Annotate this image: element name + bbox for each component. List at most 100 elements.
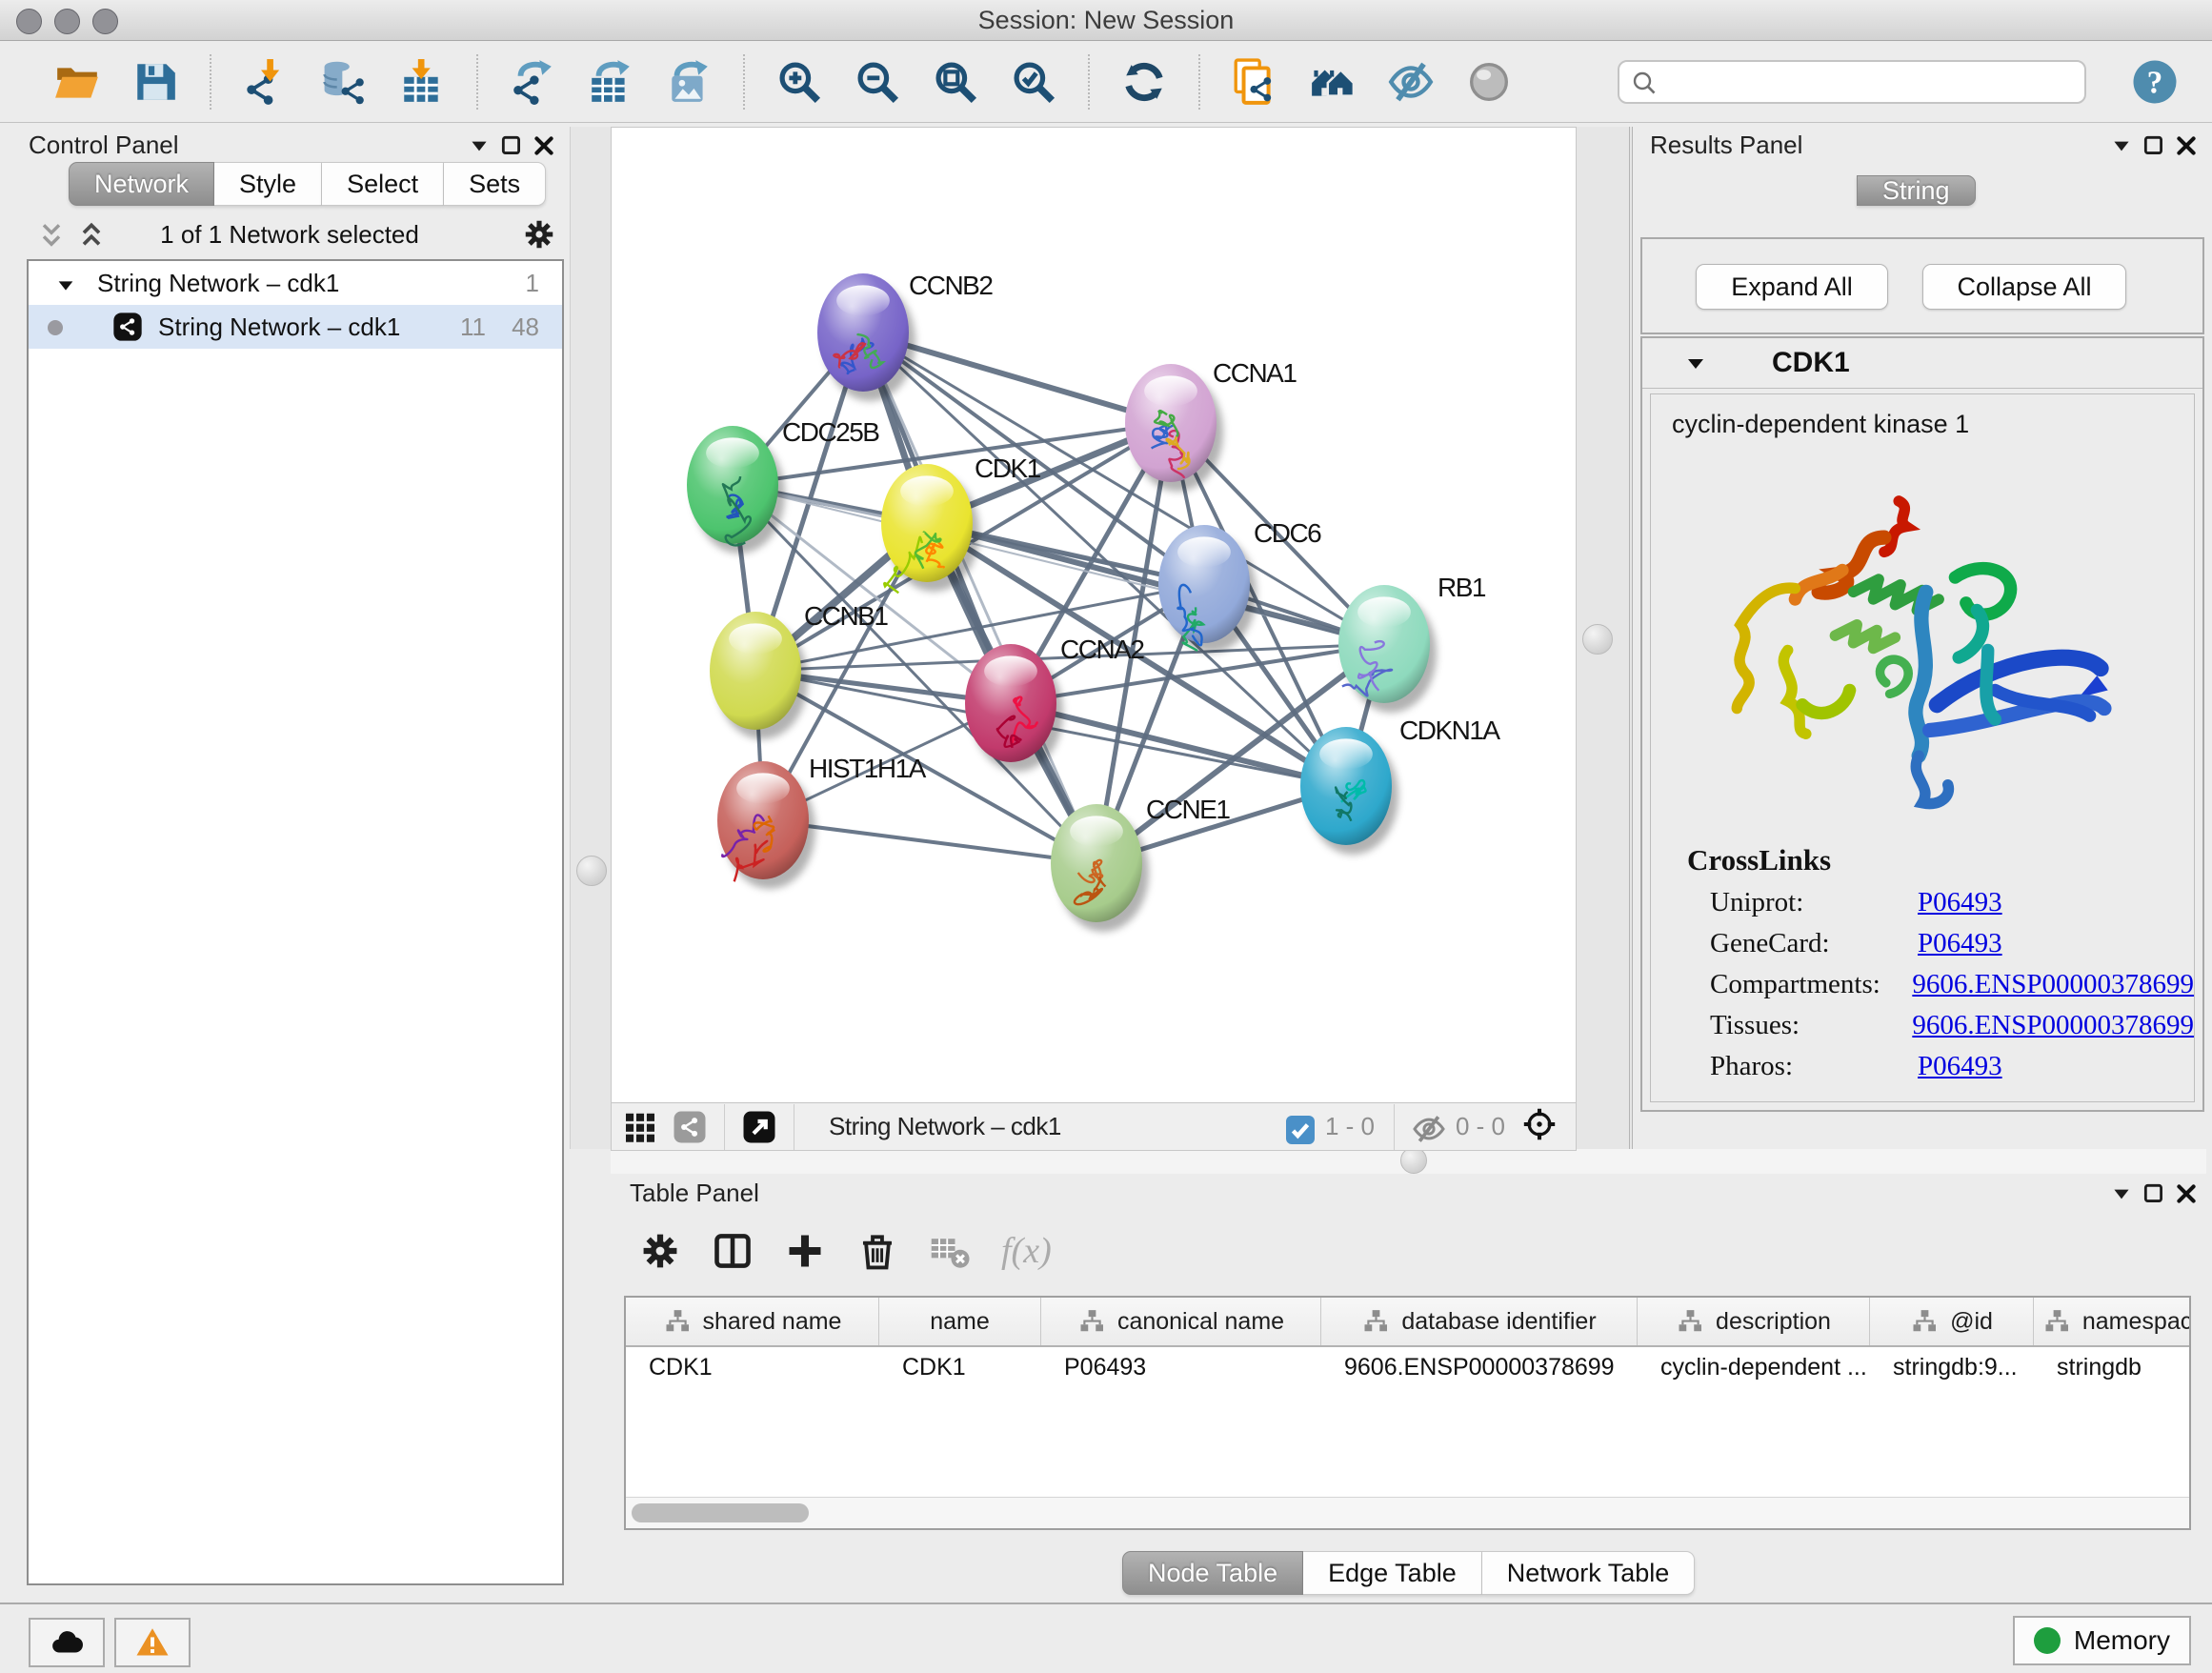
column-header--id[interactable]: @id bbox=[1870, 1298, 2034, 1345]
node-CCNE1[interactable] bbox=[1051, 804, 1149, 932]
cloud-icon[interactable] bbox=[29, 1618, 105, 1667]
close-panel-icon[interactable] bbox=[532, 133, 556, 158]
selected-nodes-checkbox-icon[interactable] bbox=[1283, 1113, 1312, 1141]
crosslink-label: GeneCard: bbox=[1710, 928, 1918, 959]
column-header-shared-name[interactable]: shared name bbox=[626, 1298, 879, 1345]
zoom-fit-content-icon[interactable] bbox=[927, 53, 984, 111]
tab-node-table[interactable]: Node Table bbox=[1122, 1551, 1303, 1595]
float-panel-icon[interactable] bbox=[2142, 1181, 2166, 1206]
node-CDC25B[interactable] bbox=[687, 426, 785, 554]
show-columns-icon[interactable] bbox=[708, 1226, 757, 1276]
crosshair-icon[interactable] bbox=[1522, 1107, 1562, 1147]
tab-select[interactable]: Select bbox=[322, 162, 444, 206]
close-panel-icon[interactable] bbox=[2174, 133, 2199, 158]
node-HIST1H1A[interactable] bbox=[717, 761, 815, 889]
network-row-selected[interactable]: String Network – cdk1 11 48 bbox=[29, 305, 562, 349]
crosslink-link[interactable]: 9606.ENSP00000378699 bbox=[1912, 969, 2194, 1000]
export-image-icon[interactable] bbox=[660, 53, 717, 111]
float-panel-icon[interactable] bbox=[499, 133, 524, 158]
memory-button[interactable]: Memory bbox=[2013, 1616, 2191, 1665]
tab-style[interactable]: Style bbox=[214, 162, 322, 206]
export-table-icon[interactable] bbox=[582, 53, 639, 111]
import-table-from-file-icon[interactable] bbox=[393, 53, 451, 111]
crosslink-link[interactable]: P06493 bbox=[1918, 1051, 2002, 1082]
birds-eye-view-icon[interactable] bbox=[1460, 53, 1518, 111]
expand-all-button[interactable]: Expand All bbox=[1696, 264, 1888, 310]
grid-view-icon[interactable] bbox=[623, 1110, 657, 1144]
network-view[interactable]: CCNB2CCNA1CDC25BCDK1CDC6RB1CCNB1CCNA2CDK… bbox=[611, 127, 1577, 1151]
table-horizontal-scrollbar[interactable] bbox=[626, 1497, 2189, 1528]
network-file-snapshot-icon[interactable] bbox=[1226, 53, 1283, 111]
show-hide-graphics-details-icon[interactable] bbox=[1382, 53, 1439, 111]
column-header-description[interactable]: description bbox=[1638, 1298, 1870, 1345]
update-network-icon[interactable] bbox=[1116, 53, 1173, 111]
open-view-in-window-icon[interactable] bbox=[742, 1110, 776, 1144]
share-view-icon[interactable] bbox=[673, 1110, 707, 1144]
crosslink-link[interactable]: 9606.ENSP00000378699 bbox=[1912, 1010, 2194, 1041]
right-splitter-handle[interactable] bbox=[1582, 624, 1613, 655]
import-network-from-file-icon[interactable] bbox=[237, 53, 294, 111]
gene-details-box: CDK1 cyclin-dependent kinase 1 bbox=[1640, 336, 2204, 1112]
node-CCNA2[interactable] bbox=[965, 644, 1063, 772]
hidden-counts: 0 - 0 bbox=[1456, 1112, 1505, 1141]
help-icon[interactable]: ? bbox=[2126, 53, 2183, 111]
column-header-canonical-name[interactable]: canonical name bbox=[1041, 1298, 1321, 1345]
crosslink-link[interactable]: P06493 bbox=[1918, 928, 2002, 959]
network-collection-row[interactable]: String Network – cdk1 1 bbox=[29, 261, 562, 305]
node-CDKN1A[interactable] bbox=[1300, 727, 1398, 855]
tab-string[interactable]: String bbox=[1857, 175, 1976, 206]
zoom-out-icon[interactable] bbox=[849, 53, 906, 111]
left-splitter-handle[interactable] bbox=[576, 856, 607, 886]
shared-column-icon bbox=[1910, 1307, 1939, 1336]
delete-column-icon[interactable] bbox=[853, 1226, 902, 1276]
network-canvas[interactable]: CCNB2CCNA1CDC25BCDK1CDC6RB1CCNB1CCNA2CDK… bbox=[612, 128, 1576, 1103]
crosslink-link[interactable]: P06493 bbox=[1918, 887, 2002, 918]
column-header-database-identifier[interactable]: database identifier bbox=[1321, 1298, 1638, 1345]
column-settings-gear-icon[interactable] bbox=[635, 1226, 685, 1276]
left-splitter[interactable] bbox=[570, 127, 612, 1149]
column-header-name[interactable]: name bbox=[879, 1298, 1041, 1345]
node-CDC6[interactable] bbox=[1158, 525, 1257, 653]
warning-icon[interactable] bbox=[114, 1618, 191, 1667]
node-CDK1[interactable] bbox=[881, 464, 979, 593]
tab-sets[interactable]: Sets bbox=[444, 162, 546, 206]
bottom-splitter-handle[interactable] bbox=[1400, 1147, 1427, 1174]
gene-description: cyclin-dependent kinase 1 bbox=[1672, 410, 2194, 439]
column-header-namespace[interactable]: namespace bbox=[2034, 1298, 2191, 1345]
tab-edge-table[interactable]: Edge Table bbox=[1303, 1551, 1482, 1595]
right-splitter[interactable] bbox=[1575, 127, 1633, 1149]
save-session-icon[interactable] bbox=[127, 53, 184, 111]
float-panel-icon[interactable] bbox=[2142, 133, 2166, 158]
collapse-all-button[interactable]: Collapse All bbox=[1922, 264, 2126, 310]
node-CCNA1[interactable] bbox=[1125, 364, 1223, 492]
zoom-in-icon[interactable] bbox=[771, 53, 828, 111]
table-row[interactable]: CDK1CDK1P064939606.ENSP00000378699cyclin… bbox=[626, 1347, 2189, 1391]
import-network-from-database-icon[interactable] bbox=[315, 53, 372, 111]
export-network-icon[interactable] bbox=[504, 53, 561, 111]
network-options-gear-icon[interactable] bbox=[522, 217, 556, 252]
tab-network-table[interactable]: Network Table bbox=[1482, 1551, 1696, 1595]
crosslink-row: Pharos:P06493 bbox=[1710, 1051, 2194, 1082]
hidden-eye-icon[interactable] bbox=[1412, 1112, 1442, 1142]
tab-network[interactable]: Network bbox=[69, 162, 214, 206]
node-CCNB2[interactable] bbox=[817, 273, 915, 401]
collection-disclosure-icon[interactable] bbox=[55, 273, 76, 294]
zoom-selected-region-icon[interactable] bbox=[1005, 53, 1062, 111]
gene-header-row[interactable]: CDK1 bbox=[1642, 338, 2202, 389]
node-label-CDC25B: CDC25B bbox=[782, 417, 879, 447]
open-session-icon[interactable] bbox=[49, 53, 106, 111]
create-column-icon[interactable] bbox=[780, 1226, 830, 1276]
node-CCNB1[interactable] bbox=[710, 612, 808, 739]
panel-menu-icon[interactable] bbox=[467, 133, 492, 158]
panel-menu-icon[interactable] bbox=[2109, 133, 2134, 158]
string-home-icon[interactable] bbox=[1304, 53, 1361, 111]
search-input[interactable] bbox=[1618, 60, 2086, 104]
node-RB1[interactable] bbox=[1338, 585, 1437, 713]
gene-disclosure-icon[interactable] bbox=[1684, 353, 1707, 375]
table-cell: P06493 bbox=[1041, 1347, 1321, 1391]
panel-menu-icon[interactable] bbox=[2109, 1181, 2134, 1206]
scrollbar-thumb[interactable] bbox=[632, 1503, 809, 1522]
node-count: 11 bbox=[460, 312, 486, 342]
memory-status-dot bbox=[2034, 1627, 2061, 1654]
close-panel-icon[interactable] bbox=[2174, 1181, 2199, 1206]
